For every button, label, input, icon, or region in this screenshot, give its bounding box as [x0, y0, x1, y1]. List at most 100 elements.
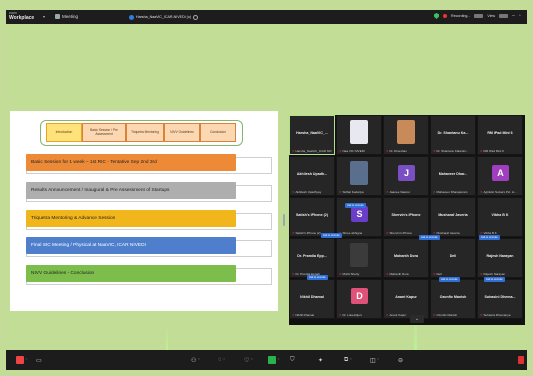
- react-button[interactable]: ♡ ⌃: [244, 355, 253, 365]
- participant-tile[interactable]: ✕Sidhal Kedariya: [336, 156, 382, 196]
- host-tools-button[interactable]: ⛉: [290, 355, 295, 365]
- participant-tile[interactable]: Mahanth Dora ✕Mahanth Dora: [383, 238, 429, 278]
- chat-button[interactable]: ◌ ⌃: [218, 355, 226, 365]
- participant-name: Ozonfix Manish: [439, 295, 467, 299]
- shield-icon: ⛉: [290, 356, 295, 363]
- ask-to-unmute-button[interactable]: Ask to unmute: [321, 233, 342, 238]
- leave-button[interactable]: [518, 356, 524, 364]
- meeting-title-tab[interactable]: Harsha_NaaViC_ICAR-NIVEDI (o): [129, 13, 199, 21]
- participant-tile[interactable]: ✕Naa VIC NIVEDI: [336, 115, 382, 155]
- security-shield-icon[interactable]: [434, 13, 439, 19]
- participant-label: ✕Dr. Dineshan: [386, 149, 426, 153]
- view-label[interactable]: View: [487, 14, 495, 18]
- participant-gallery: Harsha_NaaViC_... ✕Harsha_NaaViC_ICAR NIV…: [289, 115, 525, 325]
- participant-tile[interactable]: RM iPad Mini 6 ✕RM iPad Mini 6: [477, 115, 523, 155]
- participant-label-text: Mahanth Dora: [389, 272, 409, 276]
- brand-line2: Workplace: [9, 15, 35, 21]
- participant-tile[interactable]: Akhilesh Upadh... ✕Akhilesh Upadhyay: [289, 156, 335, 196]
- ask-to-unmute-button[interactable]: Ask to unmute: [307, 275, 328, 280]
- participant-name: Dell: [449, 254, 457, 258]
- record-button[interactable]: ◫ ⌃: [370, 355, 380, 365]
- meeting-title: Harsha_NaaViC_ICAR-NIVEDI (o): [136, 15, 192, 19]
- participant-label-text: Sidhal Kedariya: [342, 190, 364, 194]
- ask-to-unmute-button[interactable]: Ask to unmute: [439, 277, 460, 282]
- participant-tile[interactable]: Dr. Pramila Epp... ✕Dr. Pramila Eppah: [289, 238, 335, 278]
- participant-name: Satish's iPhone (2): [295, 213, 328, 217]
- ask-to-unmute-button[interactable]: Ask to unmute: [479, 235, 500, 240]
- participant-name: Shervin's iPhone: [391, 213, 421, 217]
- meeting-icon: [55, 14, 60, 19]
- participant-tile[interactable]: A ✕Agrilotic Solvers Pvt. Lt...: [477, 156, 523, 196]
- participant-tile[interactable]: Satish's iPhone (2) ✕Satish's iPhone (2): [289, 197, 335, 237]
- participant-name: Akhilesh Upadh...: [296, 172, 328, 176]
- participant-label-text: Satish's iPhone (2): [295, 231, 321, 235]
- ask-to-unmute-button[interactable]: Ask to unmute: [345, 203, 366, 208]
- participants-button[interactable]: ⚇ ⌃: [191, 355, 200, 365]
- ask-to-unmute-button[interactable]: Ask to unmute: [484, 277, 505, 282]
- participant-label: ✕Sidhal Kedariya: [339, 190, 379, 194]
- participant-name: Musharaf Javeria: [438, 213, 468, 217]
- mic-muted-icon: ✕: [433, 272, 436, 276]
- mic-muted-icon: ✕: [292, 313, 295, 317]
- participant-label: ✕Mahanth Dora: [386, 272, 426, 276]
- participant-tile[interactable]: Rajesh Narayan ✕Rajesh Narayan: [477, 238, 523, 278]
- minimize-icon[interactable]: –: [512, 13, 515, 19]
- participant-tile[interactable]: Musharaf Javeria ✕Musharaf Javeria: [430, 197, 476, 237]
- gallery-scroll-down-button[interactable]: ⌄: [410, 315, 424, 323]
- participant-name: Dr. Shantanu Ka...: [437, 131, 469, 135]
- ai-companion-button[interactable]: ✦: [318, 355, 323, 365]
- participant-label: ✕Harsha_NaaViC_ICAR NIVEDI: [292, 149, 332, 153]
- participant-tile[interactable]: Shervin's iPhone ✕Shervin's iPhone: [383, 197, 429, 237]
- participant-video: [350, 243, 368, 267]
- participant-label-text: Ozonfix Manish: [436, 313, 458, 317]
- participant-tile[interactable]: Mahaveer Dhar... ✕Mahaveer Dharapuram: [430, 156, 476, 196]
- participant-label-text: Nikhil Dhamal: [295, 313, 315, 317]
- mic-muted-icon: ✕: [339, 149, 342, 153]
- apps-button[interactable]: ⧉ ⌃: [344, 355, 352, 365]
- participant-name: Nikhil Dhamal: [300, 295, 324, 299]
- nav-conclusion: Conclusion: [200, 123, 236, 142]
- participant-label: ✕Akhilesh Upadhyay: [292, 190, 332, 194]
- participant-tile[interactable]: D ✕Dr. Lokeshjie's: [336, 279, 382, 319]
- video-button[interactable]: ▭: [36, 355, 42, 365]
- recording-controls[interactable]: [474, 14, 484, 18]
- participant-tile[interactable]: ✕Dr. Dineshan: [383, 115, 429, 155]
- mic-muted-icon: ✕: [292, 190, 295, 194]
- participant-label-text: RM iPad Mini 6: [483, 149, 504, 153]
- participant-tile[interactable]: ✕Mohit Shetty: [336, 238, 382, 278]
- nav-triquetra: Triquetra Mentoring: [126, 123, 164, 142]
- mic-muted-icon: ✕: [292, 149, 295, 153]
- meeting-tab[interactable]: Meeting: [55, 14, 78, 19]
- participant-tile[interactable]: Ozonfix Manish ✕Ozonfix Manish: [430, 279, 476, 319]
- participant-label-text: Musharaf Javeria: [436, 231, 460, 235]
- share-button[interactable]: ⌃: [268, 355, 280, 365]
- mic-button[interactable]: ⌃: [16, 355, 28, 365]
- splitter-handle[interactable]: [283, 214, 285, 226]
- more-button[interactable]: ⊖: [398, 355, 403, 365]
- participant-tile[interactable]: Anant Kapur ✕Anant Kapur: [383, 279, 429, 319]
- participant-tile[interactable]: Dell ✕Dell: [430, 238, 476, 278]
- maximize-icon[interactable]: ▫: [519, 13, 521, 19]
- participant-label: ✕Mahaveer Dharapuram: [433, 190, 473, 194]
- slide-nav-box: Introduction Basic Session / Pre Assessm…: [40, 120, 243, 146]
- participant-tile[interactable]: Vibha B K ✕Vibha B K: [477, 197, 523, 237]
- react-icon: ♡: [244, 357, 250, 364]
- participant-tile[interactable]: Harsha_NaaViC_... ✕Harsha_NaaViC_ICAR NIV…: [289, 115, 335, 155]
- top-right-controls: Recording... View – ▫: [434, 13, 521, 19]
- participant-tile[interactable]: J ✕Jaanee Nawret: [383, 156, 429, 196]
- participant-tile[interactable]: Suhasini Dhema... ✕Suhasini Dhemanya: [477, 279, 523, 319]
- participant-name: Harsha_NaaViC_...: [296, 131, 328, 135]
- mic-muted-icon: ✕: [339, 272, 342, 276]
- recording-label[interactable]: Recording...: [451, 14, 470, 18]
- participant-label-text: Dr. Shantanu Kalambi...: [436, 149, 469, 153]
- participant-tile[interactable]: Nikhil Dhamal ✕Nikhil Dhamal: [289, 279, 335, 319]
- mic-muted-icon: ✕: [433, 313, 436, 317]
- view-grid-icon[interactable]: [499, 14, 509, 18]
- info-icon[interactable]: [193, 14, 199, 20]
- participant-tile[interactable]: Dr. Shantanu Ka... ✕Dr. Shantanu Kalambi.…: [430, 115, 476, 155]
- participant-label: ✕Rajesh Narayan: [480, 272, 520, 276]
- chevron-down-icon[interactable]: ▾: [43, 14, 45, 19]
- participant-label-text: Dr. Dineshan: [389, 149, 407, 153]
- ask-to-unmute-button[interactable]: Ask to unmute: [419, 235, 440, 240]
- participant-label: ✕Ozonfix Manish: [433, 313, 473, 317]
